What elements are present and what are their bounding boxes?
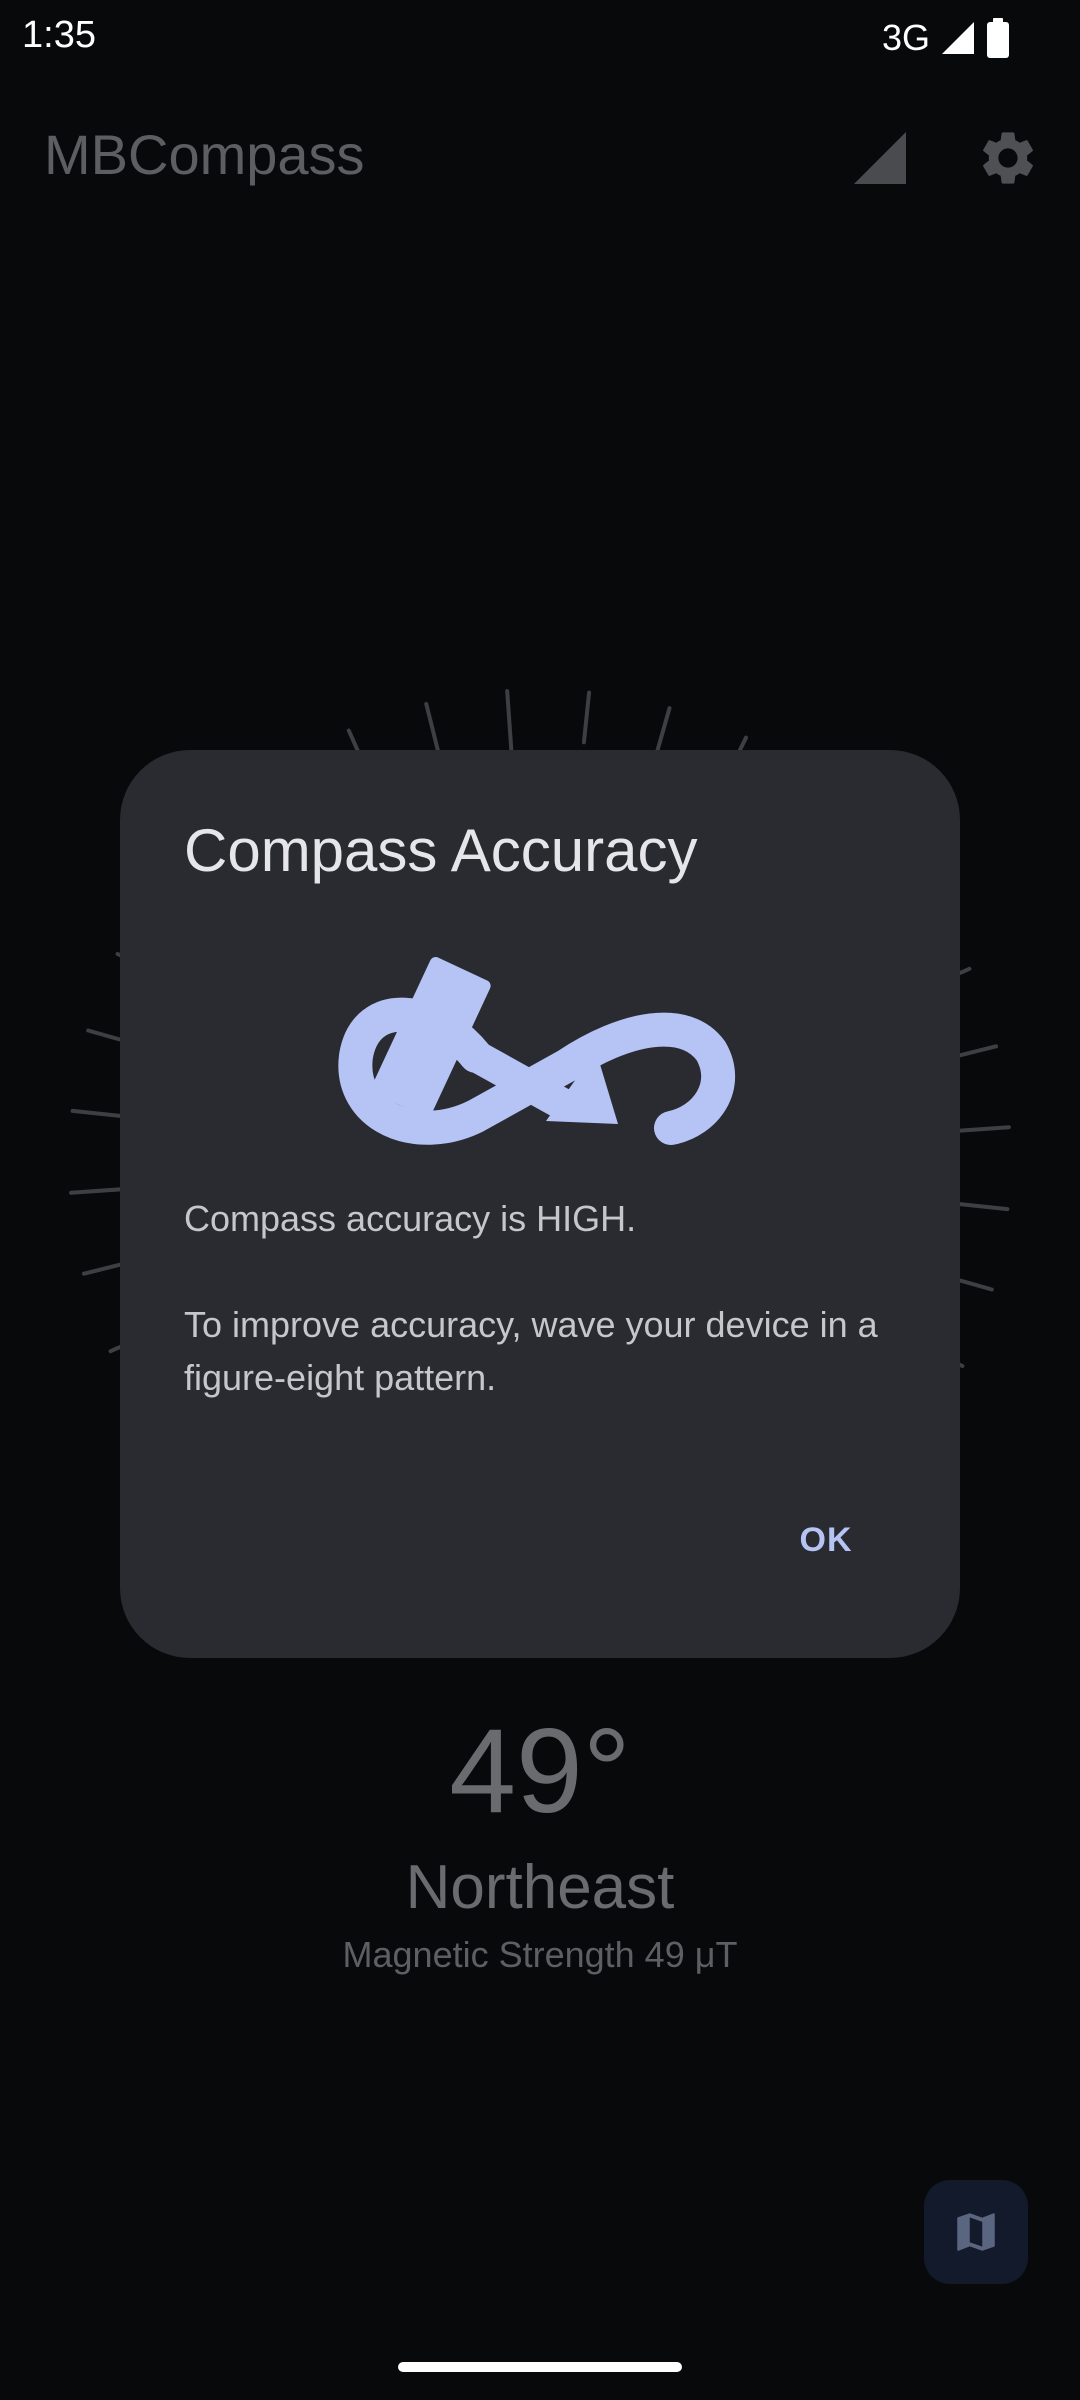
compass-accuracy-dialog: Compass Accuracy Compass accuracy is HIG… — [120, 750, 960, 1658]
map-button[interactable] — [924, 2180, 1028, 2284]
accuracy-signal-icon[interactable] — [852, 130, 908, 186]
gear-icon[interactable] — [976, 126, 1040, 190]
status-time: 1:35 — [22, 14, 96, 56]
battery-icon — [987, 18, 1009, 58]
app-title: MBCompass — [44, 123, 365, 186]
status-icons: 3G — [882, 14, 1010, 62]
accuracy-status: Compass accuracy is HIGH. — [184, 1198, 637, 1239]
map-icon — [957, 2213, 995, 2251]
heading-degree: 49° — [449, 1704, 631, 1838]
compass-tick — [581, 690, 592, 745]
ok-button[interactable]: OK — [766, 1504, 886, 1576]
network-type: 3G — [881, 17, 930, 58]
dialog-body: To improve accuracy, wave your device in… — [184, 1304, 878, 1398]
gesture-nav-handle[interactable] — [398, 2362, 682, 2372]
screen: 1:35 3G MBCompass 49° Northeast Magnetic… — [0, 0, 1080, 2400]
dialog-title: Compass Accuracy — [184, 817, 698, 884]
heading-direction: Northeast — [405, 1853, 675, 1922]
figure-eight-calibration-icon — [338, 957, 736, 1145]
compass-tick — [424, 702, 441, 755]
status-bar: 1:35 3G — [0, 0, 1080, 76]
compass-tick — [70, 1108, 125, 1119]
compass-tick — [955, 1201, 1010, 1212]
magnetic-strength: Magnetic Strength 49 μT — [342, 1934, 738, 1975]
signal-icon — [942, 22, 974, 54]
